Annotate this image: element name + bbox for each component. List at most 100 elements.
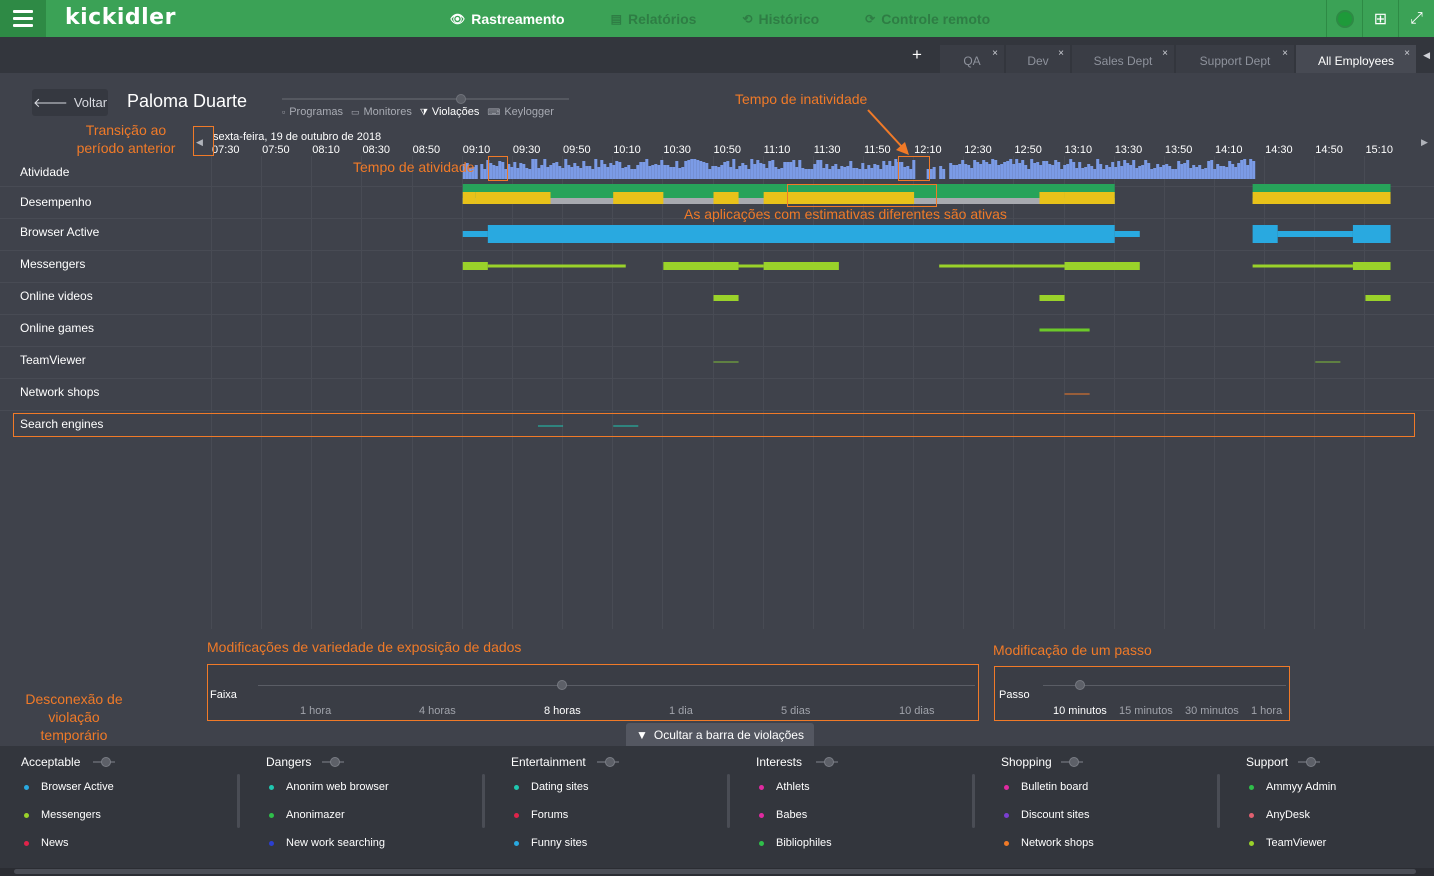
activity-bar [873, 164, 877, 179]
horizontal-scrollbar[interactable] [0, 868, 1434, 876]
series-segment [738, 264, 764, 268]
activity-bar [1132, 160, 1136, 179]
activity-bar [546, 167, 550, 179]
step-option[interactable]: 1 hora [1251, 705, 1282, 717]
activity-bar [633, 169, 637, 179]
step-option-selected[interactable]: 10 minutos [1053, 705, 1107, 717]
category-color-dot [24, 813, 29, 818]
activity-bar [798, 160, 802, 179]
category-item[interactable]: Discount sites [1021, 809, 1089, 821]
hide-violations-button[interactable]: ▼ Ocultar a barra de violações [626, 723, 814, 746]
activity-bar [1114, 167, 1118, 179]
activity-bar [843, 167, 847, 179]
activity-bar [687, 160, 691, 179]
range-option-selected[interactable]: 8 horas [544, 705, 581, 717]
category-item[interactable]: TeamViewer [1266, 837, 1326, 849]
category-color-dot [269, 813, 274, 818]
performance-band [462, 192, 476, 204]
activity-bar [579, 168, 583, 179]
range-option[interactable]: 1 hora [300, 705, 331, 717]
category-scrollbar[interactable] [727, 774, 730, 828]
category-item[interactable]: Ammyy Admin [1266, 781, 1336, 793]
step-option[interactable]: 15 minutos [1119, 705, 1173, 717]
activity-bar [939, 166, 943, 179]
category-item[interactable]: AnyDesk [1266, 809, 1310, 821]
category-item[interactable]: Network shops [1021, 837, 1094, 849]
category-scrollbar[interactable] [972, 774, 975, 828]
category-title: Interests [756, 755, 803, 769]
activity-bar [1108, 167, 1112, 179]
activity-bar [573, 163, 577, 179]
activity-bar [807, 169, 811, 179]
activity-bar [1168, 166, 1172, 179]
activity-bar [672, 167, 676, 179]
category-item[interactable]: Browser Active [41, 781, 114, 793]
activity-bar [537, 168, 541, 179]
category-item[interactable]: Bulletin board [1021, 781, 1088, 793]
range-option[interactable]: 10 dias [899, 705, 934, 717]
category-item[interactable]: Athlets [776, 781, 810, 793]
category-item[interactable]: Messengers [41, 809, 101, 821]
category-toggle[interactable] [1061, 757, 1083, 767]
category-toggle[interactable] [322, 757, 344, 767]
activity-bar [1138, 166, 1142, 179]
step-slider-knob[interactable] [1075, 680, 1085, 690]
activity-bar [702, 162, 706, 179]
category-color-dot [1004, 841, 1009, 846]
activity-bar [870, 168, 874, 179]
range-slider-knob[interactable] [557, 680, 567, 690]
activity-bar [750, 159, 754, 179]
activity-bar [1162, 165, 1166, 179]
category-item[interactable]: News [41, 837, 69, 849]
activity-bar [1150, 169, 1154, 179]
category-color-dot [24, 785, 29, 790]
category-item[interactable]: Dating sites [531, 781, 588, 793]
category-item[interactable]: Bibliophiles [776, 837, 832, 849]
activity-bar [1024, 165, 1028, 179]
activity-bar [964, 164, 968, 179]
category-title: Entertainment [511, 755, 586, 769]
activity-bar [600, 160, 604, 179]
category-toggle[interactable] [816, 757, 838, 767]
activity-bar [819, 160, 823, 179]
range-option[interactable]: 5 dias [781, 705, 810, 717]
activity-bar [1135, 168, 1139, 179]
activity-bar [1129, 165, 1133, 179]
activity-bar [985, 162, 989, 179]
category-scrollbar[interactable] [237, 774, 240, 828]
range-option[interactable]: 4 horas [419, 705, 456, 717]
category-scrollbar[interactable] [1217, 774, 1220, 828]
category-toggle[interactable] [1298, 757, 1320, 767]
activity-bar [867, 165, 871, 179]
performance-band [1252, 192, 1391, 204]
activity-bar [714, 166, 718, 179]
category-toggle[interactable] [597, 757, 619, 767]
activity-bar [657, 165, 661, 179]
category-item[interactable]: Forums [531, 809, 568, 821]
activity-bar [720, 165, 724, 179]
activity-bar [747, 169, 751, 179]
activity-bar [1030, 159, 1034, 179]
category-item[interactable]: Babes [776, 809, 807, 821]
category-item[interactable]: New work searching [286, 837, 385, 849]
scrollbar-thumb[interactable] [14, 869, 1416, 874]
range-slider-track[interactable] [258, 685, 975, 686]
activity-bar [768, 161, 772, 179]
category-toggle[interactable] [93, 757, 115, 767]
activity-bar [1225, 167, 1229, 179]
activity-bar [885, 165, 889, 179]
activity-bar [534, 159, 538, 179]
activity-bar [879, 169, 883, 179]
activity-bar [729, 167, 733, 179]
category-item[interactable]: Anonimazer [286, 809, 345, 821]
category-item[interactable]: Anonim web browser [286, 781, 389, 793]
step-option[interactable]: 30 minutos [1185, 705, 1239, 717]
series-segment [1039, 295, 1065, 301]
activity-bar [1198, 165, 1202, 179]
activity-bar [955, 165, 959, 179]
annotation-previous-period: Transição ao período anterior [76, 122, 176, 156]
category-item[interactable]: Funny sites [531, 837, 587, 849]
range-option[interactable]: 1 dia [669, 705, 693, 717]
performance-band [1064, 192, 1115, 204]
category-scrollbar[interactable] [482, 774, 485, 828]
